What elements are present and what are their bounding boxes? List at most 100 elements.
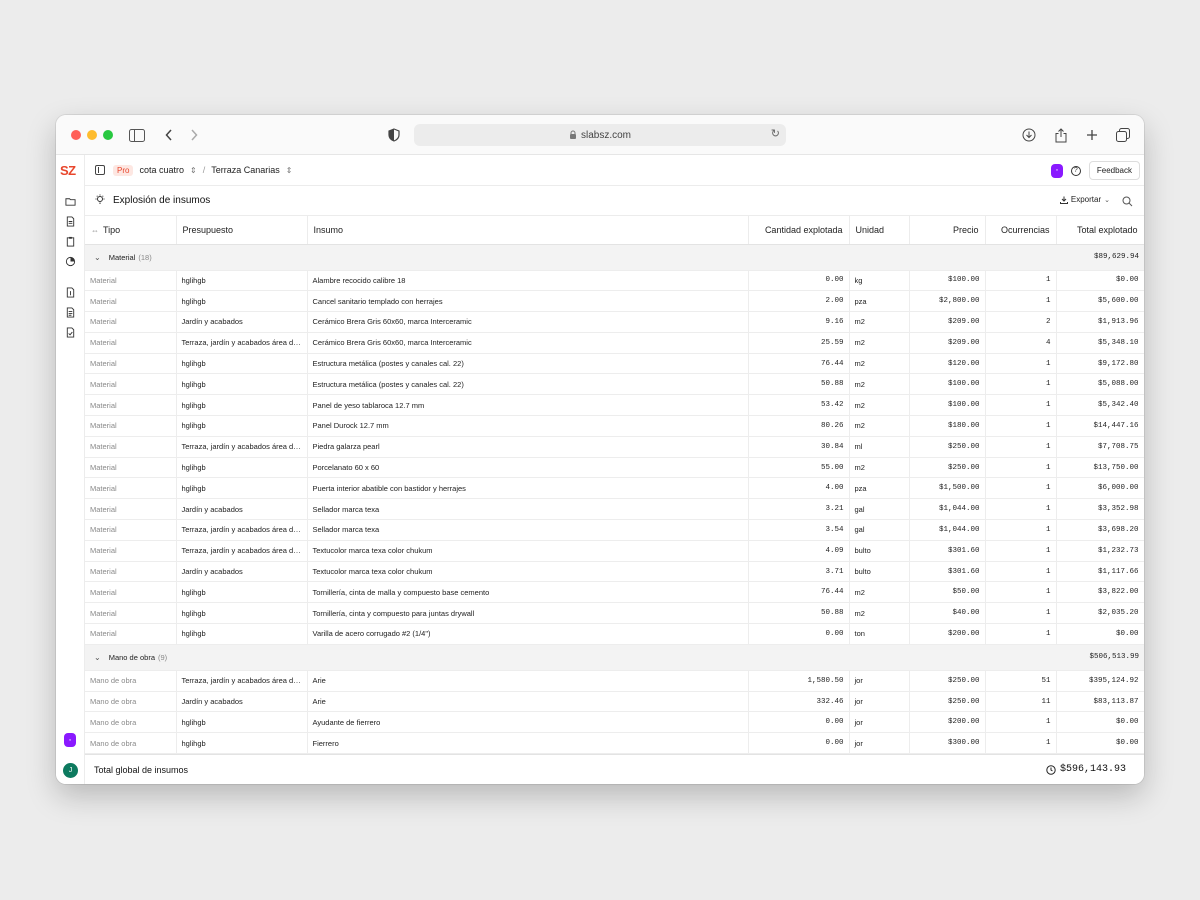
table-row[interactable]: Material hglihgb Varilla de acero corrugad… bbox=[85, 623, 1144, 645]
table-row[interactable]: Material Terraza, jardín y acabados área … bbox=[85, 519, 1144, 541]
clipboard-icon[interactable] bbox=[64, 235, 77, 248]
cell-ocurrencias: 1 bbox=[985, 436, 1057, 458]
cell-unidad: gal bbox=[849, 498, 910, 521]
cell-insumo: Porcelanato 60 x 60 bbox=[307, 457, 749, 479]
column-header-presupuesto[interactable]: Presupuesto bbox=[176, 216, 308, 245]
cell-presupuesto: hglihgb bbox=[176, 581, 308, 604]
address-bar[interactable]: slabsz.com ↻ bbox=[414, 124, 786, 146]
cell-tipo: Material bbox=[85, 436, 177, 458]
cell-total: $83,113.87 bbox=[1056, 691, 1144, 713]
file-list-icon[interactable] bbox=[64, 306, 77, 319]
close-window-button[interactable] bbox=[71, 130, 81, 140]
subproject-selector[interactable]: Terraza Canarias bbox=[211, 165, 280, 175]
table-row[interactable]: Material hglihgb Estructura metálica (post… bbox=[85, 353, 1144, 375]
table-row[interactable]: Material Terraza, jardín y acabados área … bbox=[85, 540, 1144, 562]
grand-total: $596,143.93 bbox=[1046, 764, 1126, 775]
cell-total: $0.00 bbox=[1056, 732, 1144, 754]
project-selector[interactable]: cota cuatro bbox=[139, 165, 184, 175]
table-row[interactable]: Material hglihgb Tornillería, cinta de mal… bbox=[85, 581, 1144, 604]
table-row[interactable]: Material hglihgb Estructura metálica (post… bbox=[85, 373, 1144, 396]
chevron-down-icon[interactable]: ⌄ bbox=[94, 253, 101, 262]
app-logo[interactable]: SZ bbox=[60, 163, 76, 178]
forward-icon[interactable] bbox=[185, 126, 203, 144]
column-header-unidad[interactable]: Unidad bbox=[849, 216, 910, 245]
table-row[interactable]: Material Jardín y acabados Sellador marca … bbox=[85, 498, 1144, 521]
cell-unidad: ton bbox=[849, 623, 910, 645]
cell-presupuesto: hglihgb bbox=[176, 711, 308, 734]
shield-icon[interactable] bbox=[385, 126, 403, 144]
column-header-cantidad[interactable]: Cantidad explotada bbox=[748, 216, 850, 245]
cell-cantidad: 80.26 bbox=[748, 415, 850, 437]
cell-presupuesto: hglihgb bbox=[176, 394, 308, 417]
avatar[interactable]: J bbox=[63, 763, 78, 778]
cell-cantidad: 332.46 bbox=[748, 691, 850, 713]
cell-presupuesto: Terraza, jardín y acabados área de se... bbox=[176, 332, 308, 354]
cell-insumo: Tornillería, cinta de malla y compuesto … bbox=[307, 581, 749, 604]
ai-assistant-icon[interactable]: ◦ bbox=[1050, 163, 1063, 178]
file-dollar-icon[interactable] bbox=[64, 286, 77, 299]
cell-insumo: Sellador marca texa bbox=[307, 498, 749, 521]
cell-total: $5,348.10 bbox=[1056, 332, 1144, 354]
cell-presupuesto: hglihgb bbox=[176, 270, 308, 292]
column-header-insumo[interactable]: Insumo bbox=[307, 216, 749, 245]
table-row[interactable]: Material hglihgb Puerta interior abatible … bbox=[85, 477, 1144, 500]
folder-icon[interactable] bbox=[64, 195, 77, 208]
table-row[interactable]: Material Terraza, jardín y acabados área … bbox=[85, 436, 1144, 458]
table-row[interactable]: Material hglihgb Cancel sanitario templado… bbox=[85, 290, 1144, 313]
table-header-row: ⇔ Tipo Presupuesto Insumo Cantidad explot… bbox=[85, 216, 1144, 245]
cell-unidad: kg bbox=[849, 270, 910, 292]
back-icon[interactable] bbox=[160, 126, 178, 144]
browser-toolbar: slabsz.com ↻ bbox=[56, 115, 1144, 155]
file-check-icon[interactable] bbox=[64, 326, 77, 339]
project-selector-chevron-icon[interactable]: ⇕ bbox=[190, 166, 197, 175]
subproject-selector-chevron-icon[interactable]: ⇕ bbox=[286, 166, 293, 175]
cell-presupuesto: Jardín y acabados bbox=[176, 561, 308, 583]
cell-total: $1,232.73 bbox=[1056, 540, 1144, 562]
table-row[interactable]: Mano de obra Jardín y acabados Arie 332.46 j… bbox=[85, 691, 1144, 713]
reload-icon[interactable]: ↻ bbox=[771, 127, 780, 140]
share-icon[interactable] bbox=[1052, 126, 1070, 144]
cell-ocurrencias: 1 bbox=[985, 373, 1057, 396]
cell-presupuesto: Jardín y acabados bbox=[176, 498, 308, 521]
feedback-button[interactable]: Feedback bbox=[1088, 161, 1140, 180]
tab-overview-icon[interactable] bbox=[1114, 126, 1132, 144]
table-row[interactable]: Material Jardín y acabados Cerámico Brera … bbox=[85, 311, 1144, 333]
export-button[interactable]: Exportar ⌄ bbox=[1059, 195, 1110, 204]
new-tab-icon[interactable] bbox=[1083, 126, 1101, 144]
group-row[interactable]: ⌄ Material (18) $89,629.94 bbox=[85, 244, 1144, 271]
assistant-icon[interactable]: ◦ bbox=[64, 733, 76, 747]
column-header-total[interactable]: Total explotado bbox=[1056, 216, 1144, 245]
chevron-down-icon[interactable]: ⌄ bbox=[94, 653, 101, 662]
table-row[interactable]: Material hglihgb Panel de yeso tablaroca 1… bbox=[85, 394, 1144, 417]
help-icon[interactable]: ? bbox=[1070, 165, 1081, 176]
table-row[interactable]: Mano de obra hglihgb Ayudante de fierrero 0… bbox=[85, 711, 1144, 734]
table-row[interactable]: Material hglihgb Panel Durock 12.7 mm 80.26… bbox=[85, 415, 1144, 437]
sidebar-toggle-icon[interactable] bbox=[128, 126, 146, 144]
table-row[interactable]: Material Terraza, jardín y acabados área … bbox=[85, 332, 1144, 354]
table-row[interactable]: Material hglihgb Alambre recocido calibre … bbox=[85, 270, 1144, 292]
search-icon[interactable] bbox=[1122, 194, 1134, 207]
group-row[interactable]: ⌄ Mano de obra (9) $506,513.99 bbox=[85, 644, 1144, 671]
document-icon[interactable] bbox=[64, 215, 77, 228]
column-header-precio[interactable]: Precio bbox=[909, 216, 986, 245]
cell-presupuesto: Jardín y acabados bbox=[176, 311, 308, 333]
column-header-tipo[interactable]: ⇔ Tipo bbox=[85, 216, 177, 245]
panel-toggle-icon[interactable] bbox=[95, 165, 105, 175]
zoom-window-button[interactable] bbox=[103, 130, 113, 140]
table-row[interactable]: Mano de obra Terraza, jardín y acabados á… bbox=[85, 670, 1144, 692]
table-row[interactable]: Mano de obra hglihgb Fierrero 0.00 jor $300.0… bbox=[85, 732, 1144, 754]
download-icon[interactable] bbox=[1020, 126, 1038, 144]
column-header-ocurrencias[interactable]: Ocurrencias bbox=[985, 216, 1057, 245]
cell-precio: $1,500.00 bbox=[909, 477, 986, 500]
cell-precio: $50.00 bbox=[909, 581, 986, 604]
cell-tipo: Material bbox=[85, 332, 177, 354]
minimize-window-button[interactable] bbox=[87, 130, 97, 140]
drag-handle-icon[interactable]: ⇔ bbox=[91, 226, 99, 235]
table-row[interactable]: Material Jardín y acabados Textucolor marc… bbox=[85, 561, 1144, 583]
table-row[interactable]: Material hglihgb Tornillería, cinta y comp… bbox=[85, 602, 1144, 625]
table-row[interactable]: Material hglihgb Porcelanato 60 x 60 55.00 m… bbox=[85, 457, 1144, 479]
chart-icon[interactable] bbox=[64, 255, 77, 268]
cell-unidad: jor bbox=[849, 670, 910, 692]
cell-presupuesto: hglihgb bbox=[176, 415, 308, 437]
cell-insumo: Panel Durock 12.7 mm bbox=[307, 415, 749, 437]
